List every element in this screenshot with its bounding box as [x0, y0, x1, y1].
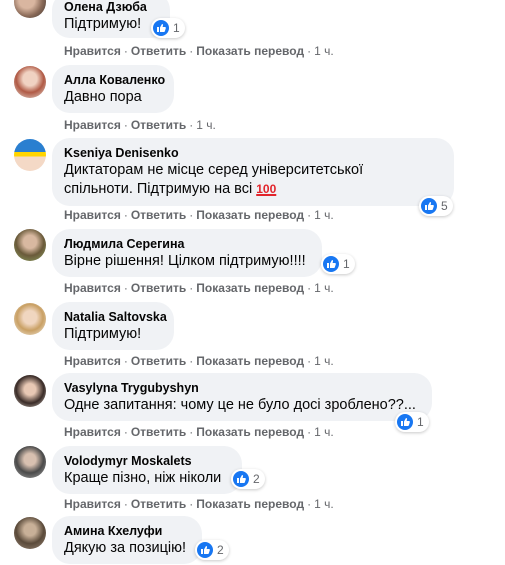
- reaction-count[interactable]: 5: [419, 196, 453, 216]
- avatar[interactable]: [14, 517, 46, 549]
- like-link[interactable]: Нравится: [64, 44, 121, 58]
- comment-author[interactable]: Vasylyna Trygubyshyn: [64, 380, 420, 396]
- comment-actions: Нравится · Ответить · Показать перевод · 1 ч.: [64, 497, 334, 511]
- comment-text: Краще пізно, ніж ніколи: [64, 470, 222, 486]
- comment-author[interactable]: Амина Кхелуфи: [64, 523, 190, 539]
- translate-link[interactable]: Показать перевод: [196, 281, 304, 295]
- reaction-count[interactable]: 2: [231, 469, 265, 489]
- timestamp[interactable]: 1 ч.: [314, 208, 334, 222]
- comment-actions: Нравится · Ответить · Показать перевод · 1 ч.: [64, 425, 334, 439]
- comment-bubble: Людмила Серегина Вірне рішення! Цілком п…: [52, 229, 322, 277]
- comment-author[interactable]: Natalia Saltovska: [64, 309, 167, 325]
- comment-actions: Нравится · Ответить · Показать перевод · 1 ч.: [64, 208, 334, 222]
- comment-author[interactable]: Volodymyr Moskalets: [64, 453, 230, 469]
- reaction-count[interactable]: 1: [151, 18, 185, 38]
- reaction-number: 1: [343, 257, 350, 271]
- translate-link[interactable]: Показать перевод: [196, 497, 304, 511]
- comment-text: Дякую за позицію!: [64, 540, 187, 556]
- like-reaction-icon: [197, 542, 213, 558]
- reply-link[interactable]: Ответить: [131, 208, 186, 222]
- like-reaction-icon: [421, 198, 437, 214]
- comment-text: Вірне рішення! Цілком підтримую!!!!: [64, 253, 306, 269]
- timestamp[interactable]: 1 ч.: [314, 354, 334, 368]
- reply-link[interactable]: Ответить: [131, 44, 186, 58]
- avatar[interactable]: [14, 66, 46, 98]
- avatar[interactable]: [14, 446, 46, 478]
- translate-link[interactable]: Показать перевод: [196, 425, 304, 439]
- comment-text: Підтримую!: [64, 16, 142, 32]
- like-reaction-icon: [397, 414, 413, 430]
- reply-link[interactable]: Ответить: [131, 425, 186, 439]
- timestamp[interactable]: 1 ч.: [314, 44, 334, 58]
- reaction-count[interactable]: 1: [395, 412, 429, 432]
- like-link[interactable]: Нравится: [64, 208, 121, 222]
- reply-link[interactable]: Ответить: [131, 497, 186, 511]
- comment-actions: Нравится · Ответить · Показать перевод · 1 ч.: [64, 44, 334, 58]
- timestamp[interactable]: 1 ч.: [196, 118, 216, 132]
- translate-link[interactable]: Показать перевод: [196, 208, 304, 222]
- reply-link[interactable]: Ответить: [131, 354, 186, 368]
- comment-author[interactable]: Олена Дзюба: [64, 0, 158, 15]
- avatar[interactable]: [14, 303, 46, 335]
- comment-bubble: Амина Кхелуфи Дякую за позицію!: [52, 516, 202, 564]
- hundred-points-emoji: 100: [256, 182, 277, 196]
- timestamp[interactable]: 1 ч.: [314, 281, 334, 295]
- avatar[interactable]: [14, 229, 46, 261]
- reaction-number: 2: [217, 543, 224, 557]
- comment-actions: Нравится · Ответить · 1 ч.: [64, 118, 216, 132]
- like-link[interactable]: Нравится: [64, 425, 121, 439]
- avatar[interactable]: [14, 375, 46, 407]
- comment-actions: Нравится · Ответить · Показать перевод · 1 ч.: [64, 354, 334, 368]
- like-link[interactable]: Нравится: [64, 118, 121, 132]
- like-link[interactable]: Нравится: [64, 354, 121, 368]
- comment-author[interactable]: Людмила Серегина: [64, 236, 310, 252]
- translate-link[interactable]: Показать перевод: [196, 354, 304, 368]
- timestamp[interactable]: 1 ч.: [314, 425, 334, 439]
- like-reaction-icon: [323, 256, 339, 272]
- like-reaction-icon: [153, 20, 169, 36]
- reply-link[interactable]: Ответить: [131, 118, 186, 132]
- like-reaction-icon: [233, 471, 249, 487]
- comment-actions: Нравится · Ответить · Показать перевод · 1 ч.: [64, 281, 334, 295]
- comment-bubble: Vasylyna Trygubyshyn Одне запитання: чом…: [52, 373, 432, 421]
- comment-author[interactable]: Kseniya Denisenko: [64, 145, 442, 161]
- reaction-number: 5: [441, 199, 448, 213]
- like-link[interactable]: Нравится: [64, 497, 121, 511]
- comment-text: Давно пора: [64, 89, 142, 105]
- comment-text: Одне запитання: чому це не було досі зро…: [64, 397, 416, 413]
- reaction-number: 1: [173, 21, 180, 35]
- comment-bubble: Kseniya Denisenko Диктаторам не місце се…: [52, 138, 454, 206]
- avatar[interactable]: [14, 0, 46, 18]
- translate-link[interactable]: Показать перевод: [196, 44, 304, 58]
- avatar[interactable]: [14, 139, 46, 171]
- comment-text: Підтримую!: [64, 326, 142, 342]
- comment-text: Диктаторам не місце серед університетськ…: [64, 162, 364, 197]
- comment-bubble: Natalia Saltovska Підтримую!: [52, 302, 174, 350]
- comment-author[interactable]: Алла Коваленко: [64, 72, 165, 88]
- comment-bubble: Volodymyr Moskalets Краще пізно, ніж нік…: [52, 446, 242, 494]
- reaction-count[interactable]: 2: [195, 540, 229, 560]
- reaction-number: 2: [253, 472, 260, 486]
- timestamp[interactable]: 1 ч.: [314, 497, 334, 511]
- comment-bubble: Алла Коваленко Давно пора: [52, 65, 174, 113]
- reply-link[interactable]: Ответить: [131, 281, 186, 295]
- reaction-count[interactable]: 1: [321, 254, 355, 274]
- reaction-number: 1: [417, 415, 424, 429]
- like-link[interactable]: Нравится: [64, 281, 121, 295]
